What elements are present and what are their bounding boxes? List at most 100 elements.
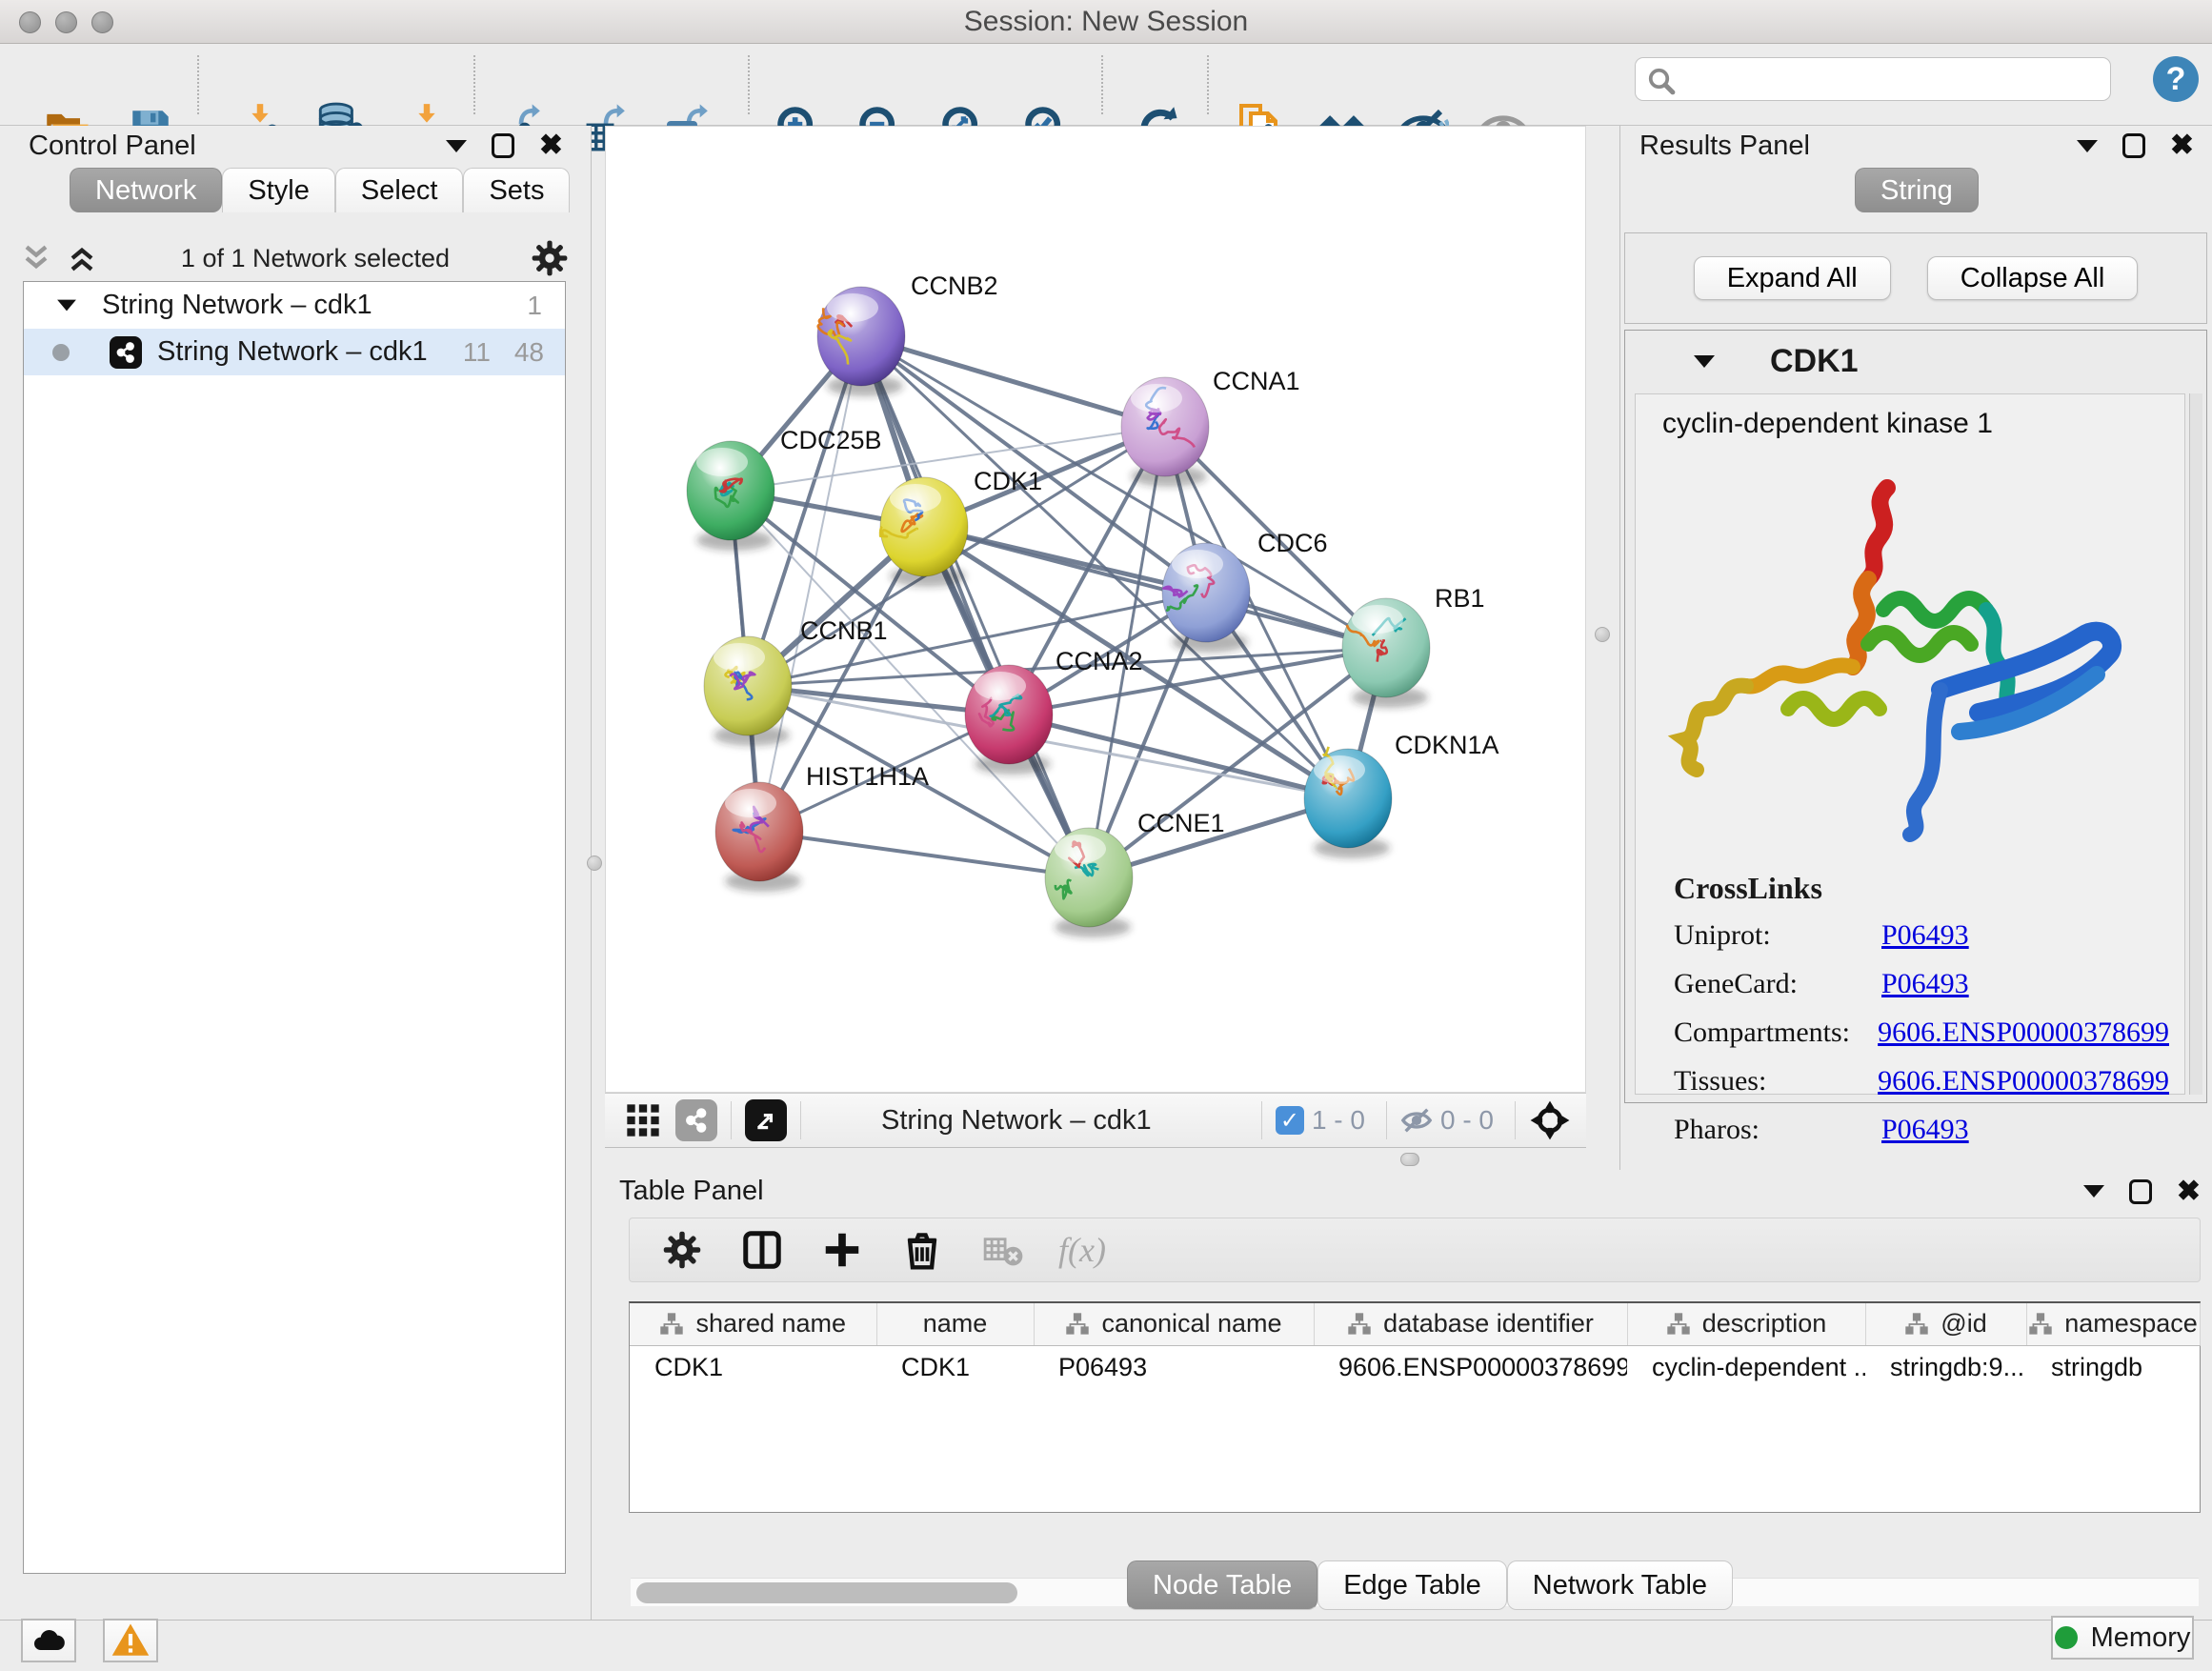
delete-table-icon[interactable] bbox=[976, 1224, 1028, 1276]
column-header[interactable]: shared name bbox=[630, 1303, 876, 1345]
crosslink-link[interactable]: 9606.ENSP00000378699 bbox=[1878, 1017, 2169, 1049]
column-header[interactable]: name bbox=[876, 1303, 1034, 1345]
table-row[interactable]: CDK1CDK1P064939606.ENSP00000378699cyclin… bbox=[630, 1345, 2200, 1389]
add-column-icon[interactable] bbox=[816, 1224, 868, 1276]
network-row-selected[interactable]: String Network – cdk1 11 48 bbox=[24, 329, 565, 375]
warnings-button[interactable] bbox=[103, 1619, 158, 1662]
edge-count: 48 bbox=[514, 337, 544, 368]
memory-status-icon bbox=[2055, 1626, 2078, 1649]
column-header[interactable]: namespace bbox=[2026, 1303, 2200, 1345]
birdseye-crosshair-icon[interactable] bbox=[1529, 1099, 1571, 1141]
table-toolbar: f(x) bbox=[629, 1218, 2201, 1282]
network-node-CCNA1[interactable] bbox=[1121, 377, 1209, 476]
cloud-button[interactable] bbox=[21, 1619, 76, 1662]
scrollbar-thumb[interactable] bbox=[636, 1582, 1017, 1603]
network-node-CCNB1[interactable] bbox=[704, 636, 792, 735]
table-panel: Table Panel ✖ bbox=[593, 1170, 2212, 1620]
tab-select[interactable]: Select bbox=[335, 168, 464, 212]
network-canvas[interactable]: CCNB2CCNA1CDC25BCDK1CDC6RB1CCNB1CCNA2CDK… bbox=[605, 126, 1586, 1093]
left-splitter-grip[interactable] bbox=[587, 856, 602, 871]
detach-view-icon[interactable] bbox=[745, 1099, 787, 1141]
network-node-CDC25B[interactable] bbox=[687, 441, 774, 540]
tab-network[interactable]: Network bbox=[70, 168, 222, 212]
zoom-window-button[interactable] bbox=[91, 11, 113, 33]
table-cell[interactable]: CDK1 bbox=[630, 1345, 876, 1389]
crosslink-link[interactable]: P06493 bbox=[1881, 1114, 1969, 1146]
table-cell[interactable]: CDK1 bbox=[876, 1345, 1034, 1389]
search-input[interactable] bbox=[1679, 60, 2099, 98]
close-panel-icon[interactable]: ✖ bbox=[2170, 131, 2194, 160]
network-node-RB1[interactable] bbox=[1342, 598, 1430, 697]
network-edge bbox=[861, 336, 1089, 877]
horizontal-splitter-grip[interactable] bbox=[1400, 1153, 1419, 1166]
results-scrollbar[interactable] bbox=[2189, 393, 2202, 1095]
network-node-CCNE1[interactable] bbox=[1045, 828, 1133, 927]
table-cell[interactable]: cyclin-dependent ... bbox=[1627, 1345, 1865, 1389]
tab-edge-table[interactable]: Edge Table bbox=[1317, 1560, 1507, 1610]
crosslink-link[interactable]: 9606.ENSP00000378699 bbox=[1878, 1065, 2169, 1097]
cdk1-section: CDK1 cyclin-dependent kinase 1 bbox=[1624, 330, 2207, 1103]
tab-style[interactable]: Style bbox=[222, 168, 334, 212]
network-node-CDKN1A[interactable] bbox=[1304, 747, 1392, 848]
column-header[interactable]: @id bbox=[1865, 1303, 2026, 1345]
crosslink-link[interactable]: P06493 bbox=[1881, 919, 1969, 952]
network-label: String Network – cdk1 bbox=[157, 336, 428, 368]
crosslink-row: Uniprot:P06493 bbox=[1674, 919, 2169, 952]
network-node-CDC6[interactable] bbox=[1162, 543, 1250, 642]
tab-sets[interactable]: Sets bbox=[463, 168, 570, 212]
node-label-HIST1H1A: HIST1H1A bbox=[806, 762, 929, 791]
selected-checkbox-icon[interactable]: ✓ bbox=[1276, 1106, 1304, 1135]
network-collection-row[interactable]: String Network – cdk1 1 bbox=[24, 282, 565, 329]
function-builder-icon[interactable]: f(x) bbox=[1056, 1224, 1108, 1276]
tab-network-table[interactable]: Network Table bbox=[1507, 1560, 1733, 1610]
network-node-CDK1[interactable] bbox=[880, 477, 968, 576]
results-panel: Results Panel ✖ String Expand All Collap… bbox=[1619, 126, 2212, 1170]
memory-button[interactable]: Memory bbox=[2051, 1616, 2194, 1660]
network-node-CCNA2[interactable] bbox=[965, 665, 1053, 764]
right-splitter-grip[interactable] bbox=[1595, 627, 1610, 642]
expand-all-icon[interactable] bbox=[63, 239, 101, 277]
help-button[interactable]: ? bbox=[2153, 56, 2199, 102]
column-header[interactable]: description bbox=[1627, 1303, 1865, 1345]
float-panel-icon[interactable] bbox=[492, 133, 514, 158]
grid-view-icon[interactable] bbox=[624, 1101, 662, 1139]
search-field[interactable] bbox=[1635, 57, 2111, 101]
column-header[interactable]: database identifier bbox=[1314, 1303, 1627, 1345]
table-cell[interactable]: 9606.ENSP00000378699 bbox=[1314, 1345, 1627, 1389]
close-window-button[interactable] bbox=[19, 11, 41, 33]
collapse-all-button[interactable]: Collapse All bbox=[1927, 256, 2139, 300]
table-cell[interactable]: P06493 bbox=[1034, 1345, 1314, 1389]
section-expander-icon[interactable] bbox=[1694, 355, 1715, 368]
close-panel-icon[interactable]: ✖ bbox=[539, 131, 563, 160]
column-header[interactable]: canonical name bbox=[1034, 1303, 1314, 1345]
table-options-gear-icon[interactable] bbox=[656, 1224, 708, 1276]
float-panel-icon[interactable] bbox=[2122, 133, 2145, 158]
tab-node-table[interactable]: Node Table bbox=[1127, 1560, 1317, 1610]
results-panel-header: Results Panel ✖ bbox=[1620, 126, 2212, 166]
column-label: canonical name bbox=[1101, 1309, 1281, 1339]
network-node-CCNB2[interactable] bbox=[817, 287, 905, 386]
network-share-view-icon[interactable] bbox=[675, 1099, 717, 1141]
close-panel-icon[interactable]: ✖ bbox=[2177, 1178, 2201, 1206]
crosslink-link[interactable]: P06493 bbox=[1881, 968, 1969, 1000]
network-options-gear-icon[interactable] bbox=[530, 238, 570, 278]
delete-column-trash-icon[interactable] bbox=[896, 1224, 948, 1276]
network-share-icon bbox=[110, 336, 142, 369]
minimize-window-button[interactable] bbox=[55, 11, 77, 33]
panel-menu-icon[interactable] bbox=[2077, 140, 2098, 152]
tree-expander-icon[interactable] bbox=[57, 300, 76, 312]
expand-all-button[interactable]: Expand All bbox=[1694, 256, 1891, 300]
collapse-all-icon[interactable] bbox=[17, 239, 55, 277]
table-cell[interactable]: stringdb bbox=[2026, 1345, 2200, 1389]
control-panel: Control Panel ✖ Network Style Select Set… bbox=[0, 126, 592, 1620]
table-cell[interactable]: stringdb:9... bbox=[1865, 1345, 2026, 1389]
float-panel-icon[interactable] bbox=[2129, 1179, 2152, 1204]
panel-menu-icon[interactable] bbox=[446, 140, 467, 152]
cdk1-section-header[interactable]: CDK1 bbox=[1625, 331, 2206, 392]
toolbar-separator bbox=[1207, 55, 1209, 114]
hidden-eye-slash-icon bbox=[1400, 1104, 1433, 1137]
tab-string[interactable]: String bbox=[1855, 168, 1979, 212]
show-columns-icon[interactable] bbox=[736, 1224, 788, 1276]
panel-menu-icon[interactable] bbox=[2083, 1185, 2104, 1198]
network-node-HIST1H1A[interactable] bbox=[715, 782, 803, 881]
